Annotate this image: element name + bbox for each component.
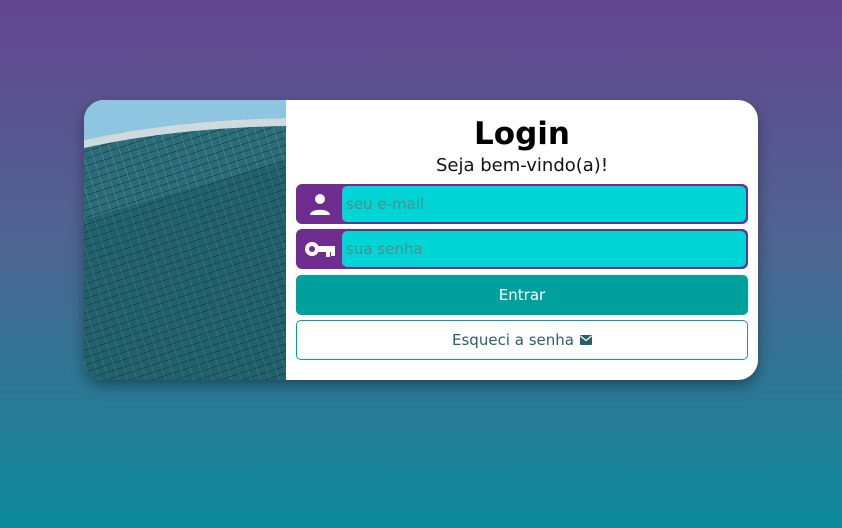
welcome-subtitle: Seja bem-vindo(a)! <box>435 155 609 176</box>
page-title: Login <box>474 116 570 152</box>
password-input-group <box>296 229 748 269</box>
submit-button[interactable]: Entrar <box>296 275 748 315</box>
building-photo <box>84 100 286 380</box>
forgot-password-button[interactable]: Esqueci a senha <box>296 320 748 360</box>
email-input-group <box>296 184 748 224</box>
user-icon <box>298 186 342 222</box>
password-field[interactable] <box>342 231 746 267</box>
envelope-icon <box>579 331 592 349</box>
login-form: Login Seja bem-vindo(a)! seu e-mail Entr… <box>286 100 758 380</box>
forgot-password-label: Esqueci a senha <box>452 331 574 349</box>
login-card: Login Seja bem-vindo(a)! seu e-mail Entr… <box>84 100 758 380</box>
email-field[interactable] <box>342 186 746 222</box>
key-icon <box>298 231 342 267</box>
